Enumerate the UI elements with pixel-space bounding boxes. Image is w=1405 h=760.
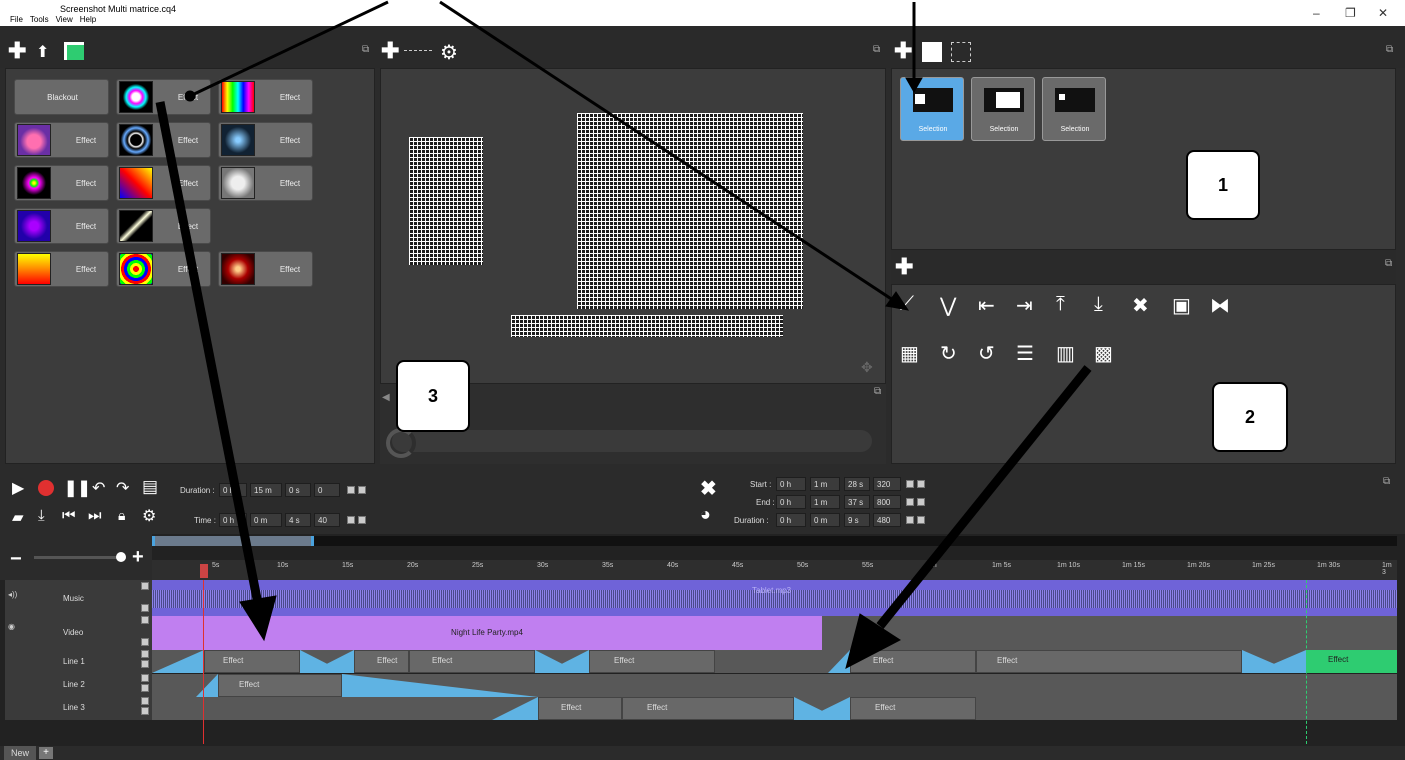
- annotation-arrowhead: [905, 77, 923, 94]
- annotation-arrowhead: [239, 595, 277, 642]
- annotation-arrows: [155, 0, 1092, 669]
- annotation-line: [439, 0, 897, 304]
- annotation-line: [189, 0, 389, 98]
- annotation-line: [155, 101, 263, 605]
- annotation-line: [876, 365, 1092, 629]
- annotation-arrowhead: [885, 291, 910, 311]
- annotation-dot: [184, 90, 196, 102]
- annotation-arrowhead: [845, 613, 901, 669]
